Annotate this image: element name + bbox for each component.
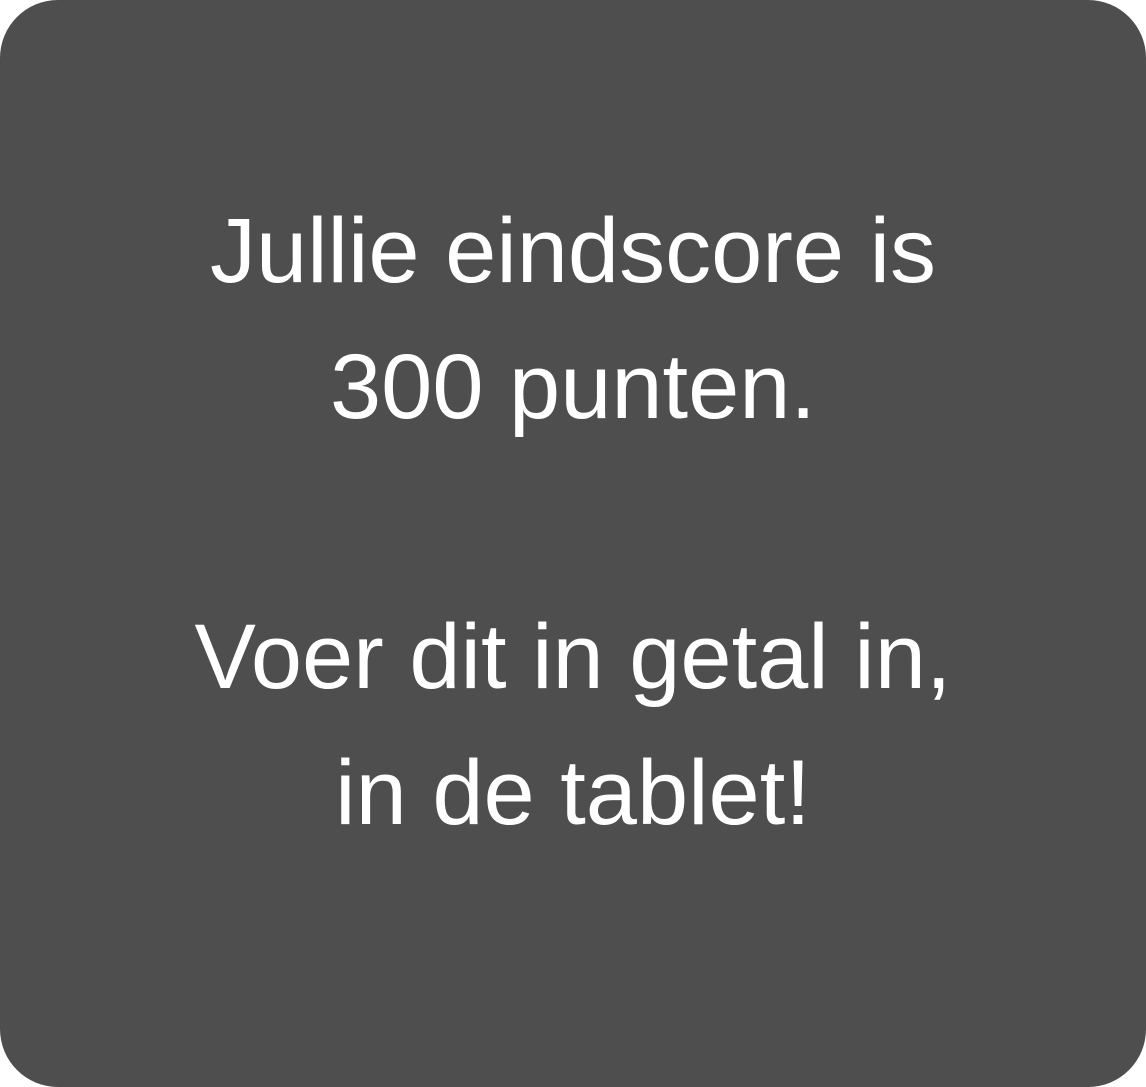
instruction-line-2: in de tablet! bbox=[335, 742, 811, 844]
score-line-2: 300 punten. bbox=[329, 336, 816, 438]
score-card: Jullie eindscore is 300 punten. Voer dit… bbox=[0, 0, 1146, 1087]
score-line-1: Jullie eindscore is bbox=[209, 200, 937, 302]
instruction-line-1: Voer dit in getal in, bbox=[194, 606, 952, 708]
